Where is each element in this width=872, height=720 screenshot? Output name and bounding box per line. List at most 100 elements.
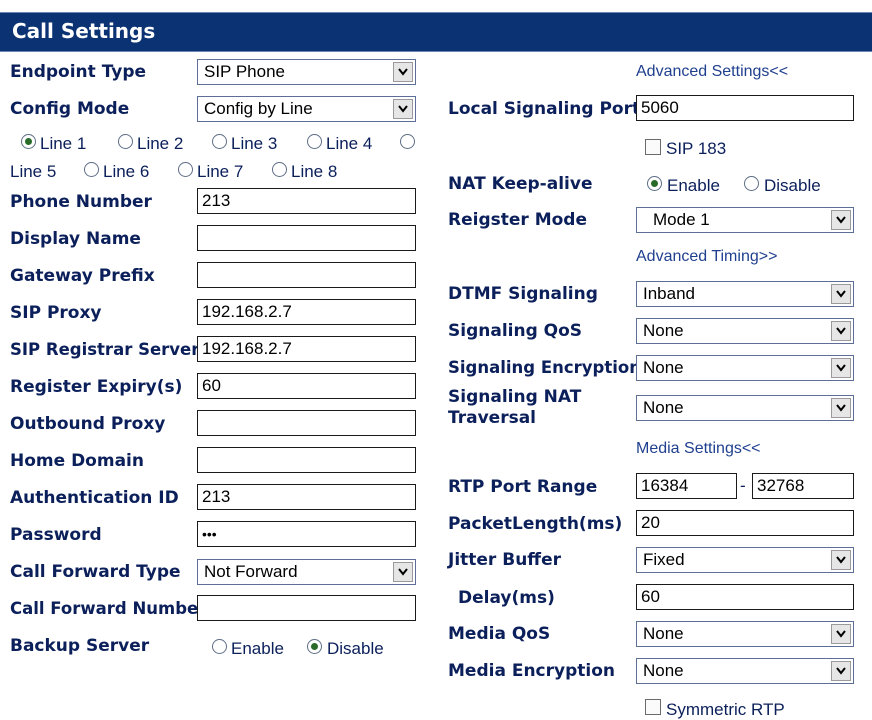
symmetric-rtp-checkbox[interactable]: [645, 699, 661, 715]
chevron-down-icon: [831, 284, 851, 304]
phone-number-input[interactable]: 213: [197, 188, 416, 214]
backup-server-disable-radio[interactable]: [307, 639, 322, 654]
display-name-input[interactable]: [197, 225, 416, 251]
rtp-port-from-input[interactable]: 16384: [636, 473, 737, 499]
chevron-down-icon: [831, 358, 851, 378]
endpoint-type-label: Endpoint Type: [10, 62, 147, 82]
dtmf-signaling-select[interactable]: Inband: [636, 281, 854, 307]
password-input[interactable]: •••: [197, 521, 416, 547]
chevron-down-icon: [831, 661, 851, 681]
sip-183-label: SIP 183: [666, 139, 727, 158]
outbound-proxy-input[interactable]: [197, 410, 416, 436]
jitter-buffer-label: Jitter Buffer: [448, 550, 561, 570]
media-encryption-select[interactable]: None: [636, 658, 854, 684]
dtmf-signaling-value: Inband: [643, 284, 695, 303]
chevron-down-icon: [393, 62, 413, 82]
signaling-qos-label: Signaling QoS: [448, 321, 583, 341]
backup-server-disable-label: Disable: [327, 639, 384, 658]
media-settings-link[interactable]: Media Settings<<: [636, 440, 761, 458]
chevron-down-icon: [831, 624, 851, 644]
packet-length-input[interactable]: 20: [636, 510, 854, 536]
line-2-radio[interactable]: [118, 134, 133, 149]
line-1-radio[interactable]: [21, 134, 36, 149]
register-mode-value: Mode 1: [653, 210, 710, 229]
phone-number-label: Phone Number: [10, 192, 152, 212]
line-1-label: Line 1: [40, 134, 87, 153]
config-mode-value: Config by Line: [204, 99, 313, 118]
delay-input[interactable]: 60: [636, 584, 854, 610]
packet-length-label: PacketLength(ms): [448, 514, 623, 534]
advanced-timing-link[interactable]: Advanced Timing>>: [636, 248, 777, 266]
line-4-radio[interactable]: [307, 134, 322, 149]
rtp-port-to-input[interactable]: 32768: [752, 473, 854, 499]
endpoint-type-value: SIP Phone: [204, 62, 285, 81]
backup-server-enable-radio[interactable]: [212, 639, 227, 654]
signaling-nat-traversal-value: None: [643, 398, 684, 417]
authentication-id-label: Authentication ID: [10, 488, 179, 508]
gateway-prefix-label: Gateway Prefix: [10, 266, 155, 286]
call-settings-header: Call Settings: [0, 12, 872, 52]
media-encryption-label: Media Encryption: [448, 661, 615, 681]
line-8-label: Line 8: [291, 162, 338, 181]
register-mode-select[interactable]: Mode 1: [636, 207, 854, 233]
line-6-label: Line 6: [103, 162, 150, 181]
outbound-proxy-label: Outbound Proxy: [10, 414, 166, 434]
jitter-buffer-value: Fixed: [643, 550, 685, 569]
line-2-label: Line 2: [137, 134, 184, 153]
line-7-radio[interactable]: [178, 162, 193, 177]
display-name-label: Display Name: [10, 229, 141, 249]
signaling-nat-traversal-label-line1: Signaling NAT: [448, 387, 582, 407]
rtp-port-separator: -: [740, 476, 746, 495]
nat-keepalive-disable-radio[interactable]: [744, 176, 759, 191]
gateway-prefix-input[interactable]: [197, 262, 416, 288]
nat-keepalive-enable-label: Enable: [667, 176, 720, 195]
call-forward-type-value: Not Forward: [204, 562, 298, 581]
call-forward-number-label: Call Forward Number: [10, 599, 207, 618]
media-qos-value: None: [643, 624, 684, 643]
chevron-down-icon: [831, 210, 851, 230]
nat-keepalive-enable-radio[interactable]: [647, 176, 662, 191]
signaling-encryption-select[interactable]: None: [636, 355, 854, 381]
page-title: Call Settings: [12, 19, 156, 43]
home-domain-label: Home Domain: [10, 451, 144, 471]
call-forward-type-select[interactable]: Not Forward: [197, 559, 416, 585]
signaling-encryption-value: None: [643, 358, 684, 377]
line-5-radio[interactable]: [400, 134, 415, 149]
signaling-qos-select[interactable]: None: [636, 318, 854, 344]
nat-keepalive-disable-label: Disable: [764, 176, 821, 195]
line-6-radio[interactable]: [84, 162, 99, 177]
line-3-radio[interactable]: [212, 134, 227, 149]
signaling-nat-traversal-label-line2: Traversal: [448, 408, 536, 428]
chevron-down-icon: [393, 99, 413, 119]
sip-proxy-input[interactable]: 192.168.2.7: [197, 299, 416, 325]
sip-registrar-input[interactable]: 192.168.2.7: [197, 336, 416, 362]
home-domain-input[interactable]: [197, 447, 416, 473]
line-4-label: Line 4: [326, 134, 373, 153]
chevron-down-icon: [831, 321, 851, 341]
delay-label: Delay(ms): [458, 588, 555, 608]
backup-server-enable-label: Enable: [231, 639, 284, 658]
sip-registrar-label: SIP Registrar Server: [10, 340, 200, 359]
advanced-settings-link[interactable]: Advanced Settings<<: [636, 63, 788, 81]
register-expiry-input[interactable]: 60: [197, 373, 416, 399]
call-forward-number-input[interactable]: [197, 595, 416, 621]
config-mode-select[interactable]: Config by Line: [197, 96, 416, 122]
sip-183-checkbox[interactable]: [645, 139, 661, 155]
dtmf-signaling-label: DTMF Signaling: [448, 284, 598, 304]
nat-keepalive-label: NAT Keep-alive: [448, 174, 593, 194]
line-8-radio[interactable]: [272, 162, 287, 177]
authentication-id-input[interactable]: 213: [197, 484, 416, 510]
endpoint-type-select[interactable]: SIP Phone: [197, 59, 416, 85]
signaling-nat-traversal-label: Signaling NAT Traversal: [448, 387, 581, 429]
media-qos-select[interactable]: None: [636, 621, 854, 647]
jitter-buffer-select[interactable]: Fixed: [636, 547, 854, 573]
media-qos-label: Media QoS: [448, 624, 551, 644]
symmetric-rtp-label: Symmetric RTP: [666, 700, 785, 719]
local-signaling-port-input[interactable]: 5060: [636, 95, 854, 121]
signaling-nat-traversal-select[interactable]: None: [636, 395, 854, 421]
password-label: Password: [10, 525, 102, 545]
signaling-encryption-label: Signaling Encryption: [448, 358, 641, 377]
rtp-port-range-label: RTP Port Range: [448, 477, 598, 497]
line-7-label: Line 7: [197, 162, 244, 181]
chevron-down-icon: [831, 550, 851, 570]
